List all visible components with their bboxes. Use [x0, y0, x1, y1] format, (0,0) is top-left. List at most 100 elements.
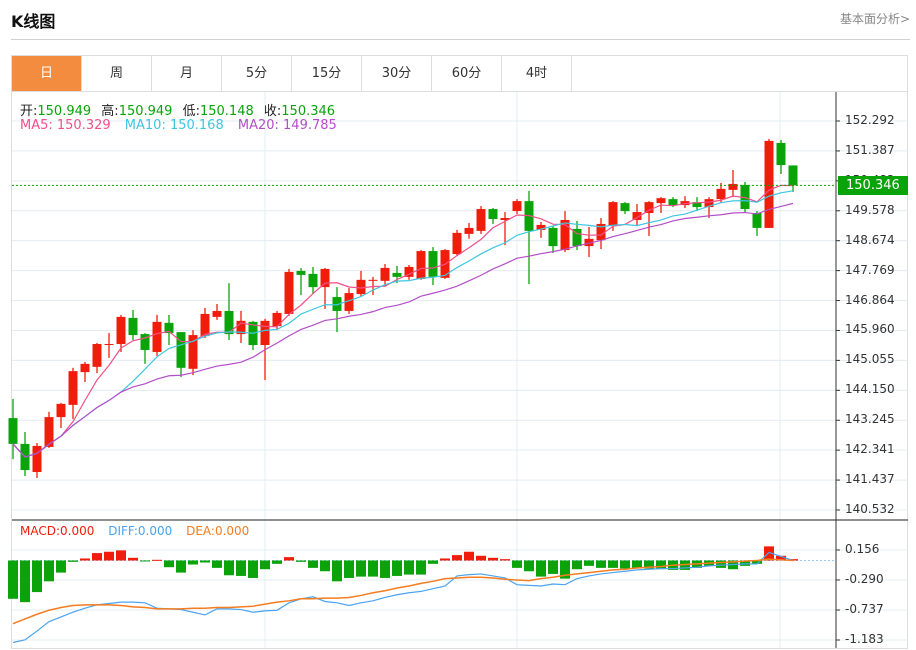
dea-value: DEA:0.000 — [186, 524, 250, 538]
macd-bar — [8, 560, 18, 599]
price-tick-label: 151.387 — [845, 142, 895, 157]
candle-down — [176, 332, 186, 368]
macd-value: MACD:0.000 — [20, 524, 95, 538]
candle-up — [464, 227, 474, 234]
macd-bar — [68, 560, 78, 562]
macd-info: MACD:0.000 DIFF:0.000 DEA:0.000 — [20, 524, 255, 538]
low-value: 150.148 — [199, 104, 254, 119]
macd-bar — [320, 560, 330, 572]
candle-up — [32, 445, 42, 473]
candle-down — [752, 213, 762, 228]
macd-bar — [164, 560, 174, 568]
candle-up — [476, 209, 486, 231]
candle-up — [68, 371, 78, 405]
price-tick-label: 144.150 — [845, 382, 895, 397]
macd-bar — [356, 560, 366, 577]
macd-bar — [212, 560, 222, 568]
macd-bar — [116, 550, 126, 561]
macd-bar — [260, 560, 270, 570]
candle-down — [788, 165, 798, 186]
price-tick-label: 145.960 — [845, 322, 895, 337]
candle-down — [668, 199, 678, 206]
candle-up — [356, 279, 366, 295]
macd-bar — [584, 560, 594, 566]
candle-up — [656, 198, 666, 204]
candle-up — [92, 344, 102, 367]
macd-bar — [140, 560, 150, 562]
macd-bar — [452, 555, 462, 561]
macd-bar — [596, 560, 606, 568]
candle-up — [320, 268, 330, 288]
high-value: 150.949 — [118, 104, 173, 119]
price-tick-label: 143.245 — [845, 412, 895, 427]
ma5-value: MA5: 150.329 — [20, 118, 111, 133]
macd-bar — [92, 553, 102, 561]
macd-bar — [32, 560, 42, 593]
macd-bar — [608, 560, 618, 568]
macd-bar — [80, 558, 90, 561]
macd-bar — [572, 560, 582, 570]
macd-bar — [476, 555, 486, 561]
macd-bar — [428, 560, 438, 564]
macd-bar — [500, 559, 510, 561]
macd-bar — [380, 560, 390, 578]
candle-down — [308, 273, 318, 288]
macd-bar — [392, 560, 402, 576]
open-label: 开: — [20, 104, 38, 119]
open-value: 150.949 — [37, 104, 92, 119]
high-label: 高: — [101, 104, 119, 119]
price-tick-label: 152.292 — [845, 113, 895, 127]
macd-bar — [272, 560, 282, 564]
macd-bar — [248, 560, 258, 578]
macd-bar — [404, 560, 414, 575]
kline-chart[interactable] — [0, 0, 916, 650]
macd-bar — [512, 560, 522, 568]
candle-up — [380, 267, 390, 281]
candle-down — [8, 418, 18, 444]
candle-up — [104, 344, 114, 346]
price-tick-label: 141.437 — [845, 472, 895, 487]
ma20-value: MA20: 149.785 — [237, 118, 337, 133]
candle-down — [392, 272, 402, 277]
candle-up — [284, 271, 294, 314]
macd-bar — [296, 560, 306, 562]
candle-down — [128, 317, 138, 336]
candle-up — [644, 202, 654, 214]
candle-up — [452, 232, 462, 255]
macd-bar — [344, 560, 354, 578]
macd-bar — [284, 557, 294, 561]
macd-tick-label: -0.737 — [845, 602, 884, 617]
candle-up — [608, 202, 618, 226]
close-label: 收: — [263, 104, 282, 119]
candle-up — [152, 321, 162, 352]
macd-bar — [20, 560, 30, 603]
macd-bar — [236, 560, 246, 576]
ma-info: MA5: 150.329 MA10: 150.168 MA20: 149.785 — [20, 118, 343, 133]
macd-bar — [464, 551, 474, 561]
candle-up — [260, 320, 270, 346]
candle-down — [428, 251, 438, 277]
candle-up — [200, 313, 210, 337]
diff-value: DIFF:0.000 — [108, 524, 173, 538]
candle-down — [488, 209, 498, 219]
macd-tick-label: -0.290 — [845, 571, 884, 586]
candle-up — [80, 363, 90, 373]
macd-bar — [224, 560, 234, 576]
candle-up — [368, 279, 378, 281]
macd-tick-label: -1.183 — [845, 632, 884, 646]
candle-down — [776, 142, 786, 166]
current-price-tag: 150.346 — [838, 176, 908, 195]
macd-bar — [104, 551, 114, 561]
macd-bar — [488, 557, 498, 561]
candle-up — [416, 251, 426, 279]
candle-up — [728, 183, 738, 190]
macd-bar — [332, 560, 342, 582]
close-value: 150.346 — [281, 104, 336, 119]
candle-down — [620, 203, 630, 212]
macd-bar — [548, 560, 558, 574]
candle-down — [296, 270, 306, 275]
candle-down — [548, 227, 558, 247]
low-label: 低: — [182, 104, 200, 119]
candle-up — [764, 140, 774, 228]
macd-bar — [152, 559, 162, 561]
